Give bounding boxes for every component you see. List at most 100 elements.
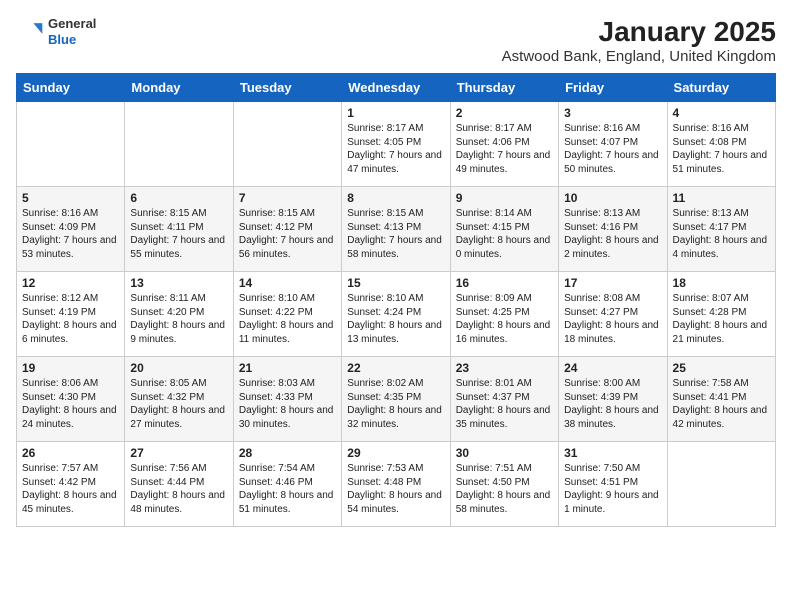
- cell-info: Sunrise: 8:17 AMSunset: 4:05 PMDaylight:…: [347, 122, 444, 176]
- cell-info: Sunrise: 8:00 AMSunset: 4:39 PMDaylight:…: [564, 377, 661, 431]
- day-number: 31: [564, 446, 661, 460]
- day-of-week-header: Saturday: [667, 74, 775, 102]
- cell-info-line: Sunset: 4:39 PM: [564, 391, 661, 405]
- cell-info-line: Daylight: 8 hours and 0 minutes.: [456, 234, 553, 261]
- cell-info-line: Sunrise: 7:57 AM: [22, 462, 119, 476]
- cell-info-line: Sunrise: 8:08 AM: [564, 292, 661, 306]
- cell-info: Sunrise: 8:06 AMSunset: 4:30 PMDaylight:…: [22, 377, 119, 431]
- cell-info-line: Sunset: 4:24 PM: [347, 306, 444, 320]
- day-number: 10: [564, 191, 661, 205]
- day-number: 5: [22, 191, 119, 205]
- day-number: 25: [673, 361, 770, 375]
- cell-info: Sunrise: 8:13 AMSunset: 4:16 PMDaylight:…: [564, 207, 661, 261]
- calendar-week-row: 26Sunrise: 7:57 AMSunset: 4:42 PMDayligh…: [17, 442, 776, 527]
- cell-info: Sunrise: 8:10 AMSunset: 4:22 PMDaylight:…: [239, 292, 336, 346]
- logo-text: General Blue: [48, 16, 96, 47]
- day-number: 12: [22, 276, 119, 290]
- day-number: 3: [564, 106, 661, 120]
- cell-info: Sunrise: 8:05 AMSunset: 4:32 PMDaylight:…: [130, 377, 227, 431]
- calendar-cell: 21Sunrise: 8:03 AMSunset: 4:33 PMDayligh…: [233, 357, 341, 442]
- calendar-cell: 7Sunrise: 8:15 AMSunset: 4:12 PMDaylight…: [233, 187, 341, 272]
- day-number: 24: [564, 361, 661, 375]
- cell-info-line: Sunrise: 8:07 AM: [673, 292, 770, 306]
- cell-info: Sunrise: 7:51 AMSunset: 4:50 PMDaylight:…: [456, 462, 553, 516]
- day-number: 20: [130, 361, 227, 375]
- calendar-week-row: 5Sunrise: 8:16 AMSunset: 4:09 PMDaylight…: [17, 187, 776, 272]
- cell-info-line: Daylight: 8 hours and 24 minutes.: [22, 404, 119, 431]
- cell-info-line: Sunset: 4:25 PM: [456, 306, 553, 320]
- day-of-week-header: Thursday: [450, 74, 558, 102]
- day-number: 21: [239, 361, 336, 375]
- day-number: 6: [130, 191, 227, 205]
- logo-icon: [16, 18, 44, 46]
- cell-info-line: Sunrise: 8:10 AM: [239, 292, 336, 306]
- cell-info-line: Sunset: 4:28 PM: [673, 306, 770, 320]
- calendar-cell: 2Sunrise: 8:17 AMSunset: 4:06 PMDaylight…: [450, 102, 558, 187]
- calendar-cell: 17Sunrise: 8:08 AMSunset: 4:27 PMDayligh…: [559, 272, 667, 357]
- cell-info-line: Daylight: 8 hours and 48 minutes.: [130, 489, 227, 516]
- cell-info-line: Sunrise: 7:51 AM: [456, 462, 553, 476]
- cell-info: Sunrise: 8:01 AMSunset: 4:37 PMDaylight:…: [456, 377, 553, 431]
- cell-info-line: Sunset: 4:11 PM: [130, 221, 227, 235]
- cell-info-line: Sunset: 4:12 PM: [239, 221, 336, 235]
- cell-info: Sunrise: 8:16 AMSunset: 4:07 PMDaylight:…: [564, 122, 661, 176]
- cell-info-line: Sunrise: 8:16 AM: [564, 122, 661, 136]
- cell-info-line: Daylight: 8 hours and 38 minutes.: [564, 404, 661, 431]
- cell-info-line: Sunset: 4:06 PM: [456, 136, 553, 150]
- calendar-header: SundayMondayTuesdayWednesdayThursdayFrid…: [17, 74, 776, 102]
- calendar-cell: 3 Sunrise: 8:16 AMSunset: 4:07 PMDaylight…: [559, 102, 667, 187]
- day-number: 13: [130, 276, 227, 290]
- cell-info-line: Sunrise: 8:10 AM: [347, 292, 444, 306]
- calendar-cell: 29Sunrise: 7:53 AMSunset: 4:48 PMDayligh…: [342, 442, 450, 527]
- cell-info-line: Daylight: 8 hours and 9 minutes.: [130, 319, 227, 346]
- calendar-cell: [233, 102, 341, 187]
- cell-info-line: Sunrise: 8:13 AM: [564, 207, 661, 221]
- cell-info-line: Daylight: 8 hours and 32 minutes.: [347, 404, 444, 431]
- cell-info-line: Sunrise: 8:14 AM: [456, 207, 553, 221]
- day-number: 7: [239, 191, 336, 205]
- day-number: 22: [347, 361, 444, 375]
- cell-info-line: Sunset: 4:05 PM: [347, 136, 444, 150]
- day-number: 15: [347, 276, 444, 290]
- day-of-week-header: Friday: [559, 74, 667, 102]
- calendar-cell: 27Sunrise: 7:56 AMSunset: 4:44 PMDayligh…: [125, 442, 233, 527]
- cell-info-line: Sunset: 4:08 PM: [673, 136, 770, 150]
- cell-info: Sunrise: 8:08 AMSunset: 4:27 PMDaylight:…: [564, 292, 661, 346]
- calendar-cell: 14 Sunrise: 8:10 AMSunset: 4:22 PMDayligh…: [233, 272, 341, 357]
- cell-info-line: Sunrise: 7:50 AM: [564, 462, 661, 476]
- cell-info-line: Daylight: 7 hours and 50 minutes.: [564, 149, 661, 176]
- cell-info-line: Sunrise: 8:03 AM: [239, 377, 336, 391]
- cell-info-line: Sunset: 4:16 PM: [564, 221, 661, 235]
- cell-info-line: Sunrise: 8:17 AM: [347, 122, 444, 136]
- cell-info-line: Daylight: 8 hours and 35 minutes.: [456, 404, 553, 431]
- cell-info-line: Sunset: 4:48 PM: [347, 476, 444, 490]
- calendar-cell: 24 Sunrise: 8:00 AMSunset: 4:39 PMDayligh…: [559, 357, 667, 442]
- calendar-cell: 11Sunrise: 8:13 AMSunset: 4:17 PMDayligh…: [667, 187, 775, 272]
- cell-info-line: Daylight: 7 hours and 49 minutes.: [456, 149, 553, 176]
- cell-info-line: Sunrise: 7:56 AM: [130, 462, 227, 476]
- cell-info-line: Daylight: 7 hours and 53 minutes.: [22, 234, 119, 261]
- cell-info-line: Sunset: 4:37 PM: [456, 391, 553, 405]
- calendar-cell: 8Sunrise: 8:15 AMSunset: 4:13 PMDaylight…: [342, 187, 450, 272]
- cell-info-line: Daylight: 8 hours and 45 minutes.: [22, 489, 119, 516]
- cell-info-line: Sunset: 4:15 PM: [456, 221, 553, 235]
- cell-info-line: Sunset: 4:09 PM: [22, 221, 119, 235]
- day-number: 14: [239, 276, 336, 290]
- cell-info: Sunrise: 8:12 AMSunset: 4:19 PMDaylight:…: [22, 292, 119, 346]
- cell-info: Sunrise: 7:54 AMSunset: 4:46 PMDaylight:…: [239, 462, 336, 516]
- calendar-cell: 26Sunrise: 7:57 AMSunset: 4:42 PMDayligh…: [17, 442, 125, 527]
- day-of-week-header: Monday: [125, 74, 233, 102]
- day-number: 30: [456, 446, 553, 460]
- day-number: 18: [673, 276, 770, 290]
- calendar-cell: 9Sunrise: 8:14 AMSunset: 4:15 PMDaylight…: [450, 187, 558, 272]
- cell-info: Sunrise: 8:10 AMSunset: 4:24 PMDaylight:…: [347, 292, 444, 346]
- day-number: 23: [456, 361, 553, 375]
- cell-info-line: Sunrise: 8:06 AM: [22, 377, 119, 391]
- cell-info-line: Daylight: 8 hours and 4 minutes.: [673, 234, 770, 261]
- calendar-cell: 16Sunrise: 8:09 AMSunset: 4:25 PMDayligh…: [450, 272, 558, 357]
- day-number: 4: [673, 106, 770, 120]
- cell-info: Sunrise: 8:11 AMSunset: 4:20 PMDaylight:…: [130, 292, 227, 346]
- cell-info-line: Sunset: 4:30 PM: [22, 391, 119, 405]
- cell-info-line: Sunset: 4:50 PM: [456, 476, 553, 490]
- cell-info-line: Daylight: 9 hours and 1 minute.: [564, 489, 661, 516]
